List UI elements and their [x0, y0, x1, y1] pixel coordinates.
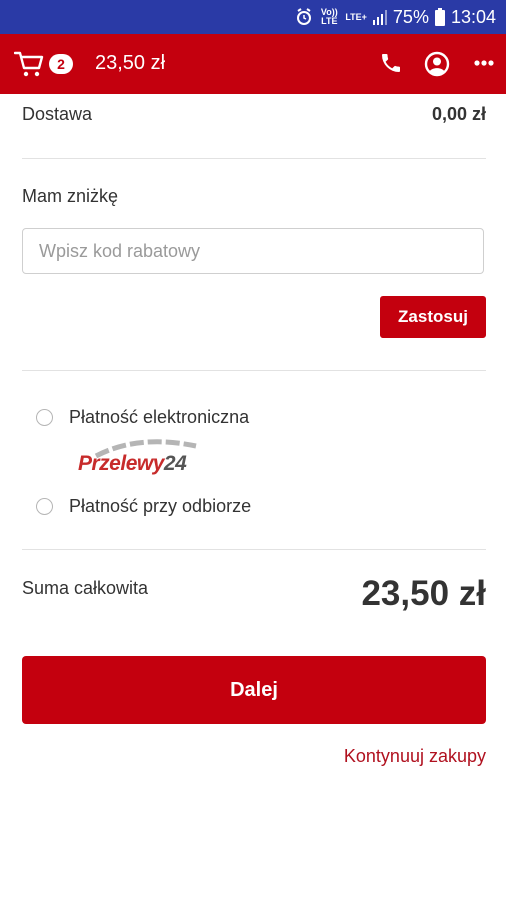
status-bar: Vo)) LTE LTE+ 75% 13:04	[0, 0, 506, 34]
battery-icon	[434, 8, 445, 26]
discount-code-input[interactable]	[22, 228, 484, 274]
divider	[22, 158, 486, 159]
przelewy24-word-2: 24	[163, 452, 187, 475]
apply-discount-button[interactable]: Zastosuj	[380, 296, 486, 338]
clock: 13:04	[450, 6, 496, 27]
user-icon[interactable]	[424, 51, 450, 77]
cart-count-badge: 2	[49, 54, 73, 74]
payment-option-label: Płatność przy odbiorze	[69, 495, 252, 516]
divider	[22, 370, 486, 371]
phone-icon[interactable]	[379, 51, 403, 75]
przelewy24-logo: Przelewy24	[78, 438, 198, 480]
discount-label: Mam zniżkę	[22, 186, 119, 206]
alarm-icon	[297, 8, 312, 25]
payment-option-cash-on-delivery[interactable]: Płatność przy odbiorze	[36, 493, 251, 519]
delivery-row: Dostawa 0,00 zł	[22, 104, 486, 128]
lte-indicator: LTE+	[345, 11, 367, 22]
delivery-value: 0,00 zł	[431, 104, 486, 124]
przelewy24-word-1: Przelewy	[78, 452, 164, 475]
divider	[22, 549, 486, 550]
cart-total: 23,50 zł	[95, 52, 166, 74]
radio-button[interactable]	[36, 497, 53, 515]
delivery-label: Dostawa	[22, 104, 93, 124]
cart-icon[interactable]	[14, 50, 44, 78]
payment-option-label: Płatność elektroniczna	[69, 406, 250, 427]
more-icon[interactable]	[473, 52, 495, 74]
total-value: 23,50 zł	[361, 574, 486, 613]
payment-option-electronic[interactable]: Płatność elektroniczna	[36, 404, 249, 430]
radio-button[interactable]	[36, 408, 53, 426]
next-button[interactable]: Dalej	[22, 656, 486, 724]
app-bar: 2 23,50 zł	[0, 34, 506, 94]
status-icons: Vo)) LTE LTE+ 75% 13:04	[295, 0, 496, 34]
total-label: Suma całkowita	[22, 578, 149, 598]
signal-icon	[372, 10, 387, 25]
battery-percent: 75%	[392, 6, 429, 27]
continue-shopping-link[interactable]: Kontynuuj zakupy	[344, 746, 486, 767]
volte-indicator: Vo)) LTE	[320, 7, 338, 26]
przelewy24-wordmark: Przelewy24	[78, 452, 187, 476]
